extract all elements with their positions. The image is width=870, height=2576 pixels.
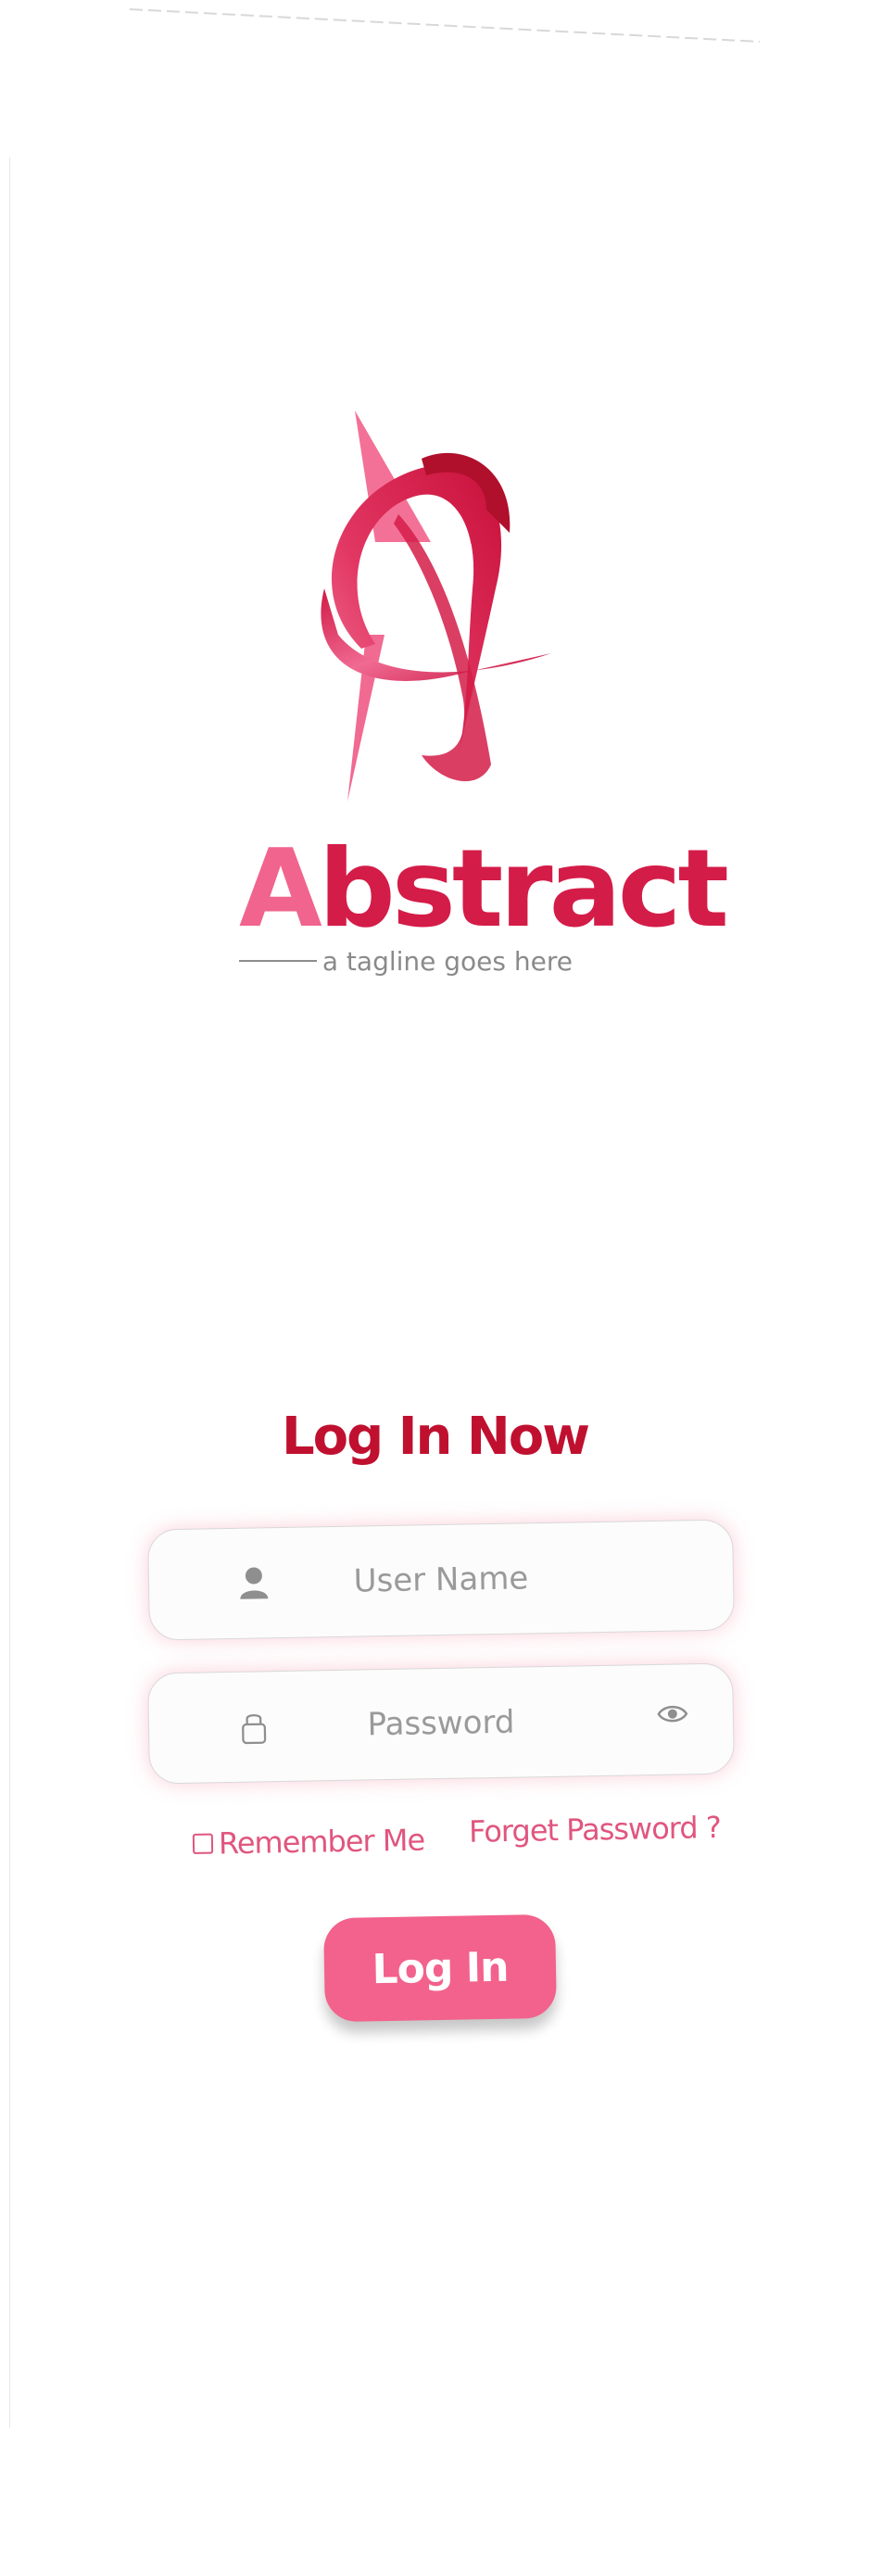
top-decorative-line — [130, 8, 760, 43]
brand-name-rest: bstract — [318, 827, 729, 952]
brand-wordmark: Abstract — [239, 827, 729, 952]
login-options-row: Remember Me Forget Password ? — [192, 1810, 722, 1875]
left-edge-divider — [9, 158, 10, 2428]
login-button[interactable]: Log In — [323, 1913, 557, 2023]
forgot-password-link[interactable]: Forget Password ? — [469, 1810, 721, 1850]
password-input[interactable] — [148, 1663, 734, 1784]
login-title: Log In Now — [281, 1407, 590, 1467]
username-field[interactable] — [147, 1519, 735, 1641]
remember-me[interactable]: Remember Me — [192, 1823, 425, 1862]
brand-initial: A — [239, 827, 322, 952]
tagline-text: a tagline goes here — [322, 945, 573, 977]
abstract-logo-icon — [321, 410, 551, 802]
username-input[interactable] — [148, 1520, 734, 1640]
eye-icon[interactable] — [657, 1699, 689, 1728]
password-field[interactable] — [147, 1662, 735, 1785]
tagline-row: a tagline goes here — [239, 942, 573, 979]
tagline-divider — [239, 960, 317, 962]
remember-me-label[interactable]: Remember Me — [219, 1823, 425, 1862]
remember-me-checkbox[interactable] — [192, 1833, 214, 1854]
